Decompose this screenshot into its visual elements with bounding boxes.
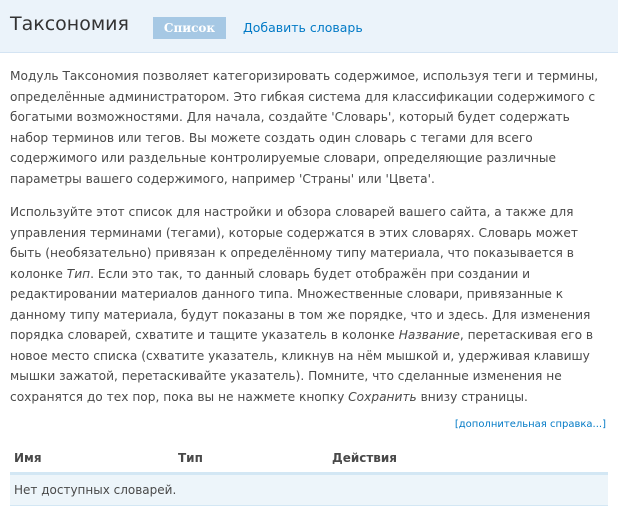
tab-add-vocabulary[interactable]: Добавить словарь <box>243 20 363 35</box>
page-header: Таксономия Список Добавить словарь <box>0 0 618 53</box>
more-help-link-container: [дополнительная справка...] <box>10 419 608 430</box>
page-title: Таксономия <box>10 13 129 35</box>
help-paragraph-intro: Модуль Таксономия позволяет категоризиро… <box>10 69 599 186</box>
table-row: Нет доступных словарей. <box>10 473 608 506</box>
column-header-actions: Действия <box>328 444 608 475</box>
help-emphasis-name: Название <box>398 328 460 342</box>
main-content: Модуль Таксономия позволяет категоризиро… <box>0 66 618 506</box>
empty-table-message: Нет доступных словарей. <box>10 473 608 506</box>
help-text: внизу страницы. <box>416 389 528 404</box>
help-emphasis-save: Сохранить <box>348 389 417 404</box>
column-header-name: Имя <box>10 444 174 475</box>
help-emphasis-type: Тип <box>66 266 91 281</box>
vocabulary-table: Имя Тип Действия Нет доступных словарей. <box>10 444 608 506</box>
help-paragraph-usage: Используйте этот список для настройки и … <box>10 202 608 407</box>
column-header-type: Тип <box>174 444 328 475</box>
tab-list[interactable]: Список <box>153 17 226 39</box>
table-header-row: Имя Тип Действия <box>10 444 608 475</box>
more-help-link[interactable]: [дополнительная справка...] <box>455 419 606 430</box>
